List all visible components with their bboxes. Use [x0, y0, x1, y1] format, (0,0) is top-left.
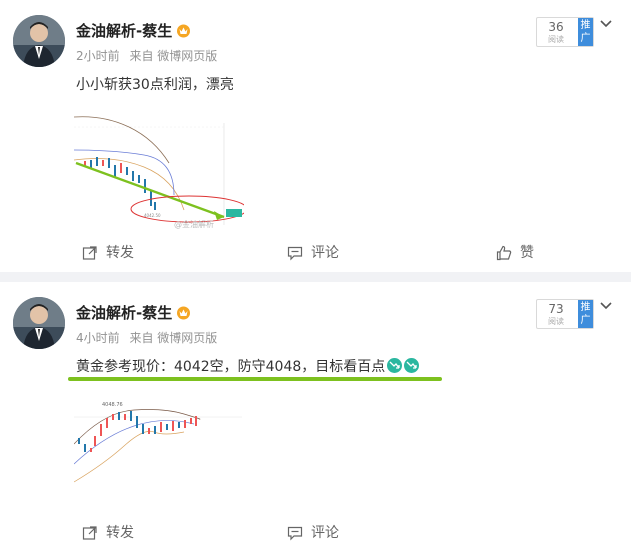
image-watermark: @金油解析 — [174, 220, 214, 229]
read-count-label: 阅读 — [548, 317, 564, 326]
read-count-badge: 73 阅读 推广 — [536, 299, 594, 329]
highlight-underline — [68, 377, 442, 381]
forward-label: 转发 — [106, 245, 134, 261]
like-label: 赞 — [520, 245, 534, 261]
forward-icon — [82, 246, 97, 260]
forward-button[interactable]: 转发 — [82, 522, 134, 542]
post-text: 小小斩获30点利润，漂亮 — [76, 77, 234, 93]
read-count-badge: 36 阅读 推广 — [536, 17, 594, 47]
thumbs-up-icon — [496, 245, 512, 261]
promote-button[interactable]: 推广 — [578, 300, 593, 328]
author-name[interactable]: 金油解析-蔡生 — [76, 20, 172, 41]
post-text-wrap: 黄金参考现价：4042空，防守4048，目标看百点 — [76, 356, 420, 376]
vip-crown-icon — [177, 24, 190, 38]
read-count: 73 — [548, 302, 564, 316]
post-meta: 2小时前 来自 微博网页版 — [76, 47, 223, 64]
author-name[interactable]: 金油解析-蔡生 — [76, 302, 172, 323]
author-avatar[interactable] — [13, 297, 65, 349]
down-arrow-emoji-icon — [404, 358, 420, 373]
post-source: 来自 微博网页版 — [129, 331, 218, 345]
comment-icon — [287, 246, 303, 261]
chart-thumbnail[interactable]: 4042.50 @金油解析 — [73, 105, 248, 231]
forward-button[interactable]: 转发 — [82, 242, 134, 262]
read-count: 36 — [548, 20, 564, 34]
post-meta: 4小时前 来自 微博网页版 — [76, 329, 223, 346]
post-text: 黄金参考现价：4042空，防守4048，目标看百点 — [76, 359, 386, 375]
comment-label: 评论 — [311, 245, 339, 261]
vip-crown-icon — [177, 306, 190, 320]
read-count-label: 阅读 — [548, 35, 564, 44]
weibo-post-1: 金油解析-蔡生 2小时前 来自 微博网页版 小小斩获30点利润，漂亮 36 阅读… — [0, 0, 631, 272]
forward-icon — [82, 526, 97, 540]
chevron-down-icon[interactable] — [600, 302, 612, 310]
chart-price-label: 4048.76 — [102, 402, 123, 408]
chevron-down-icon[interactable] — [600, 20, 612, 28]
post-time[interactable]: 4小时前 — [76, 331, 120, 345]
forward-label: 转发 — [106, 525, 134, 541]
post-time[interactable]: 2小时前 — [76, 49, 120, 63]
like-button[interactable]: 赞 — [496, 242, 534, 262]
chart-price-label: 4042.50 — [144, 213, 161, 218]
chart-thumbnail[interactable]: 4048.76 — [73, 394, 244, 509]
post-actions: 转发 评论 — [0, 518, 631, 546]
comment-icon — [287, 526, 303, 541]
post-actions: 转发 评论 赞 — [0, 238, 631, 266]
comment-button[interactable]: 评论 — [287, 242, 339, 262]
post-source: 来自 微博网页版 — [129, 49, 218, 63]
promote-button[interactable]: 推广 — [578, 18, 593, 46]
weibo-post-2: 金油解析-蔡生 4小时前 来自 微博网页版 黄金参考现价：4042空，防守404… — [0, 282, 631, 554]
comment-button[interactable]: 评论 — [287, 522, 339, 542]
down-arrow-emoji-icon — [387, 358, 403, 373]
comment-label: 评论 — [311, 525, 339, 541]
author-avatar[interactable] — [13, 15, 65, 67]
